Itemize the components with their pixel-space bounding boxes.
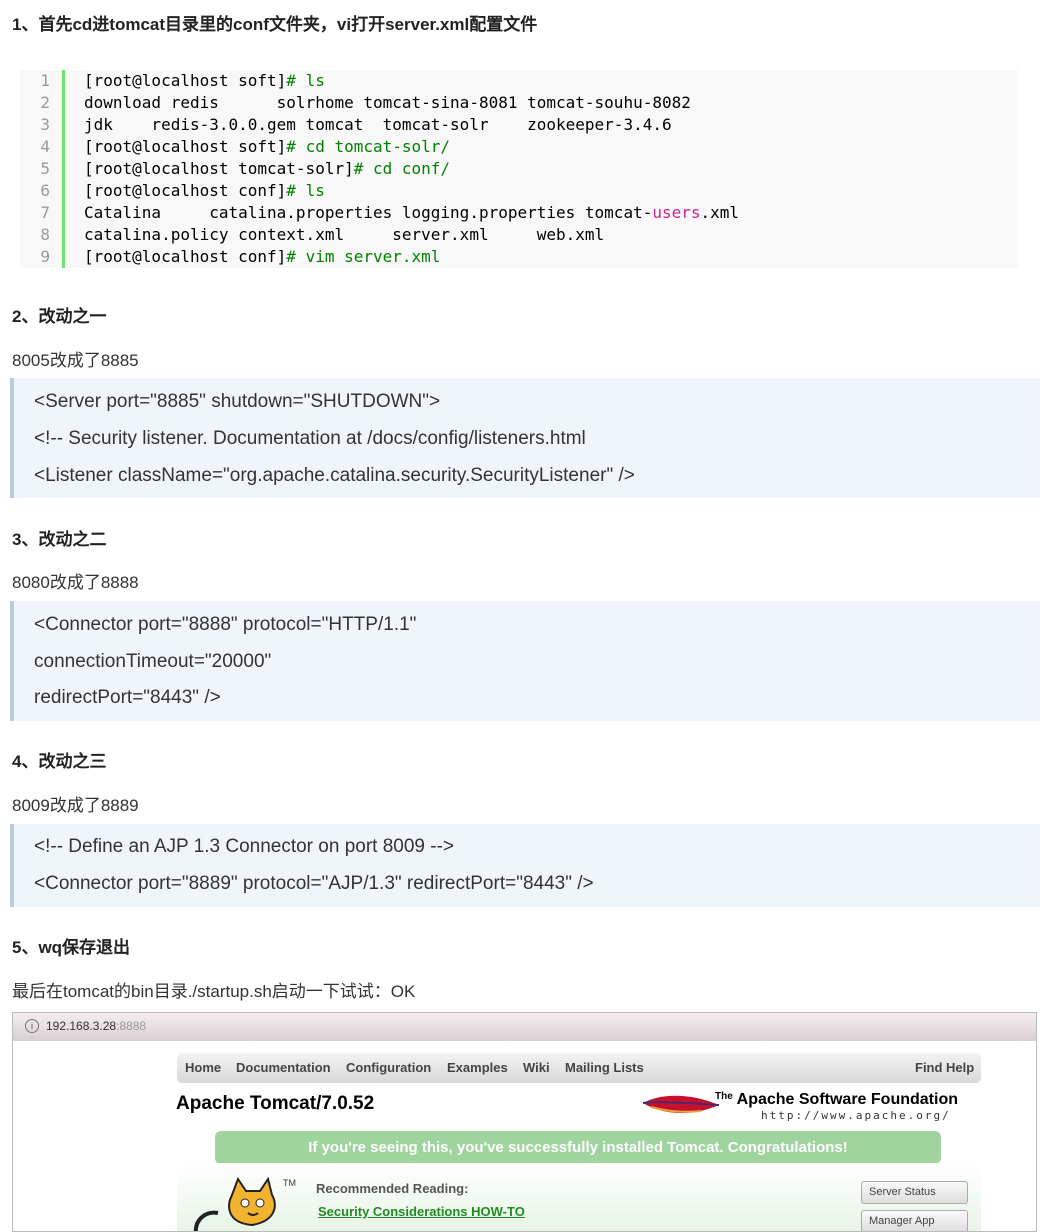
- apache-feather-icon: [642, 1095, 720, 1113]
- url-port: :8888: [116, 1019, 147, 1033]
- code-block: 1 2 3 4 5 6 7 8 9 [root@localhost soft]#…: [20, 70, 1018, 268]
- success-banner-text: If you're seeing this, you've successful…: [308, 1139, 848, 1156]
- line-number: 6: [40, 181, 50, 200]
- asf-the: The: [715, 1091, 733, 1102]
- quote-line: <Listener className="org.apache.catalina…: [34, 465, 635, 486]
- code-line: catalina.policy context.xml server.xml w…: [84, 225, 605, 244]
- tomcat-title: Apache Tomcat/7.0.52: [176, 1093, 375, 1114]
- code-line: [root@localhost soft]# cd tomcat-solr/: [84, 137, 450, 156]
- line-number: 4: [40, 137, 50, 156]
- blockquote: <Server port="8885" shutdown="SHUTDOWN">…: [10, 378, 1040, 498]
- heading-step-5: 5、wq保存退出: [12, 938, 131, 957]
- code-line: [root@localhost tomcat-solr]# cd conf/: [84, 159, 450, 178]
- nav-home: Home: [185, 1060, 222, 1075]
- code-line: jdk redis-3.0.0.gem tomcat tomcat-solr z…: [84, 115, 672, 134]
- server-status-label: Server Status: [869, 1186, 936, 1198]
- quote-line: <Connector port="8889" protocol="AJP/1.3…: [34, 873, 594, 894]
- code-text: Catalina catalina.properties logging.pro…: [84, 203, 653, 222]
- manager-app-button: Manager App: [861, 1210, 968, 1231]
- url-host: 192.168.3.28: [46, 1019, 117, 1033]
- paragraph: 8009改成了8889: [12, 796, 139, 815]
- nav-mailing-lists: Mailing Lists: [565, 1060, 644, 1075]
- code-text: .xml: [700, 203, 740, 222]
- article: 1、首先cd进tomcat目录里的conf文件夹，vi打开server.xml配…: [0, 0, 1044, 1232]
- line-number: 5: [40, 159, 50, 178]
- blockquote: <!-- Define an AJP 1.3 Connector on port…: [10, 824, 1040, 907]
- line-number: 9: [40, 247, 50, 266]
- blockquote: <Connector port="8888" protocol="HTTP/1.…: [10, 601, 1040, 721]
- code-line: download redis solrhome tomcat-sina-8081…: [84, 93, 691, 112]
- code-prompt: [root@localhost soft]: [84, 137, 287, 156]
- nav-find-help: Find Help: [915, 1060, 975, 1075]
- manager-app-label: Manager App: [869, 1215, 935, 1227]
- browser-address-bar: i 192.168.3.28:8888: [13, 1013, 1036, 1041]
- code-command: # cd tomcat-solr/: [286, 137, 451, 156]
- server-status-button: Server Status: [861, 1181, 968, 1204]
- tomcat-nav-bar: Home Documentation Configuration Example…: [177, 1053, 981, 1083]
- url-text: 192.168.3.28:8888: [46, 1019, 146, 1033]
- asf-name: The Apache Software Foundation: [715, 1091, 958, 1109]
- asf-name-text: Apache Software Foundation: [736, 1091, 958, 1108]
- code-line: [root@localhost conf]# ls: [84, 181, 325, 200]
- nav-documentation: Documentation: [236, 1060, 331, 1075]
- tomcat-cat-icon: [193, 1176, 276, 1231]
- nav-wiki: Wiki: [523, 1060, 550, 1075]
- line-number: 8: [40, 225, 50, 244]
- line-number: 7: [40, 203, 50, 222]
- heading-step-1: 1、首先cd进tomcat目录里的conf文件夹，vi打开server.xml配…: [12, 15, 538, 34]
- info-icon: i: [25, 1019, 39, 1033]
- code-prompt: [root@localhost conf]: [84, 181, 287, 200]
- recommended-reading: Recommended Reading:: [316, 1181, 469, 1196]
- asf-url: http://www.apache.org/: [761, 1109, 951, 1122]
- paragraph: 8080改成了8888: [12, 573, 139, 592]
- tomcat-screenshot: i 192.168.3.28:8888 Home Documentation C…: [12, 1012, 1037, 1232]
- quote-line: <!-- Define an AJP 1.3 Connector on port…: [34, 836, 455, 857]
- success-banner: If you're seeing this, you've successful…: [215, 1131, 941, 1164]
- code-command: # ls: [286, 181, 325, 200]
- quote-line: connectionTimeout="20000": [34, 651, 272, 672]
- quote-line: <Server port="8885" shutdown="SHUTDOWN">: [34, 391, 441, 412]
- trademark: TM: [283, 1178, 296, 1188]
- heading-step-4: 4、改动之三: [12, 752, 107, 771]
- security-howto-link: Security Considerations HOW-TO: [318, 1204, 525, 1219]
- quote-line: <!-- Security listener. Documentation at…: [34, 428, 586, 449]
- line-number: 3: [40, 115, 50, 134]
- code-command: # vim server.xml: [286, 247, 441, 266]
- nav-configuration: Configuration: [346, 1060, 432, 1075]
- heading-step-2: 2、改动之一: [12, 307, 107, 326]
- code-prompt: [root@localhost tomcat-solr]: [84, 159, 354, 178]
- code-command: # ls: [286, 71, 325, 90]
- nav-examples: Examples: [447, 1060, 508, 1075]
- code-prompt: [root@localhost conf]: [84, 247, 287, 266]
- code-command: # cd conf/: [353, 159, 451, 178]
- quote-line: <Connector port="8888" protocol="HTTP/1.…: [34, 614, 417, 635]
- code-line: [root@localhost soft]# ls: [84, 71, 325, 90]
- heading-step-3: 3、改动之二: [12, 530, 107, 549]
- paragraph: 8005改成了8885: [12, 351, 139, 370]
- line-number: 2: [40, 93, 50, 112]
- code-line: Catalina catalina.properties logging.pro…: [84, 203, 739, 222]
- paragraph: 最后在tomcat的bin目录./startup.sh启动一下试试：OK: [12, 982, 416, 1001]
- code-line: [root@localhost conf]# vim server.xml: [84, 247, 440, 266]
- code-prompt: [root@localhost soft]: [84, 71, 287, 90]
- code-keyword: users: [652, 203, 701, 222]
- quote-line: redirectPort="8443" />: [34, 687, 221, 708]
- line-number: 1: [40, 71, 50, 90]
